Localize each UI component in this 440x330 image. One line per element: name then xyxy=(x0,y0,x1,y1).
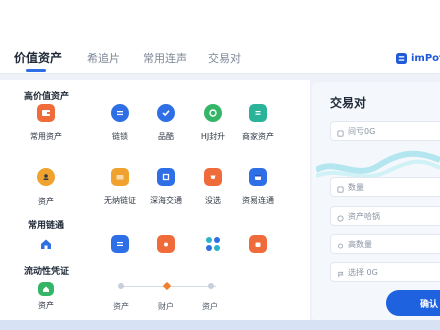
grid-item-label: 资产 xyxy=(38,301,54,310)
grid-item-label: 没选 xyxy=(205,196,221,205)
field-quantity[interactable]: 数量 xyxy=(330,177,440,197)
brand[interactable]: imPot xyxy=(396,49,440,68)
grid-item-trade-connect[interactable]: 资易连通 xyxy=(228,168,288,206)
tab-value-assets[interactable]: 价值资产 xyxy=(14,49,62,66)
field-asset-hash[interactable]: 资产哈锅 xyxy=(330,206,440,226)
step-label: 资产 xyxy=(113,302,129,311)
trading-pair-panel xyxy=(312,82,440,322)
grid-item-label: 品酷 xyxy=(158,132,174,141)
grid-item-liquidity-assets[interactable]: 资产 xyxy=(16,282,76,311)
tab-common[interactable]: 常用连声 xyxy=(143,50,187,66)
brand-logo-icon xyxy=(396,49,407,68)
step-label: 资户 xyxy=(202,302,218,311)
flag-icon xyxy=(337,263,344,282)
home-green-icon xyxy=(38,282,54,296)
step-indicator xyxy=(92,281,232,295)
grid-item-label: 常用资产 xyxy=(30,132,62,141)
section-common-chain: 常用链通 xyxy=(28,221,65,231)
grid-item-label: 商家资产 xyxy=(242,132,274,141)
confirm-button-label: 确认 xyxy=(420,299,439,310)
field-label: 资产哈锅 xyxy=(348,211,380,221)
step-dot[interactable] xyxy=(208,283,214,289)
chain-icon xyxy=(111,104,129,122)
grid-item-merchant-assets[interactable]: 商家资产 xyxy=(228,104,288,142)
confirm-button[interactable]: 确认 xyxy=(386,290,440,316)
active-tab-indicator xyxy=(26,69,46,72)
grid-item-bag[interactable] xyxy=(228,235,288,253)
bottom-strip xyxy=(0,320,440,330)
coin-icon xyxy=(337,207,344,226)
card-icon xyxy=(111,235,129,253)
field-jiankui[interactable]: 间亏0G xyxy=(330,121,440,141)
field-label: 数量 xyxy=(348,182,364,192)
tab-xizhui[interactable]: 希追片 xyxy=(87,50,120,66)
bag-icon xyxy=(249,235,267,253)
apps-icon xyxy=(204,235,222,253)
home-icon xyxy=(37,235,55,253)
step-dot[interactable] xyxy=(118,283,124,289)
grid-item-label: 无纳链证 xyxy=(104,196,136,205)
side-panel-title: 交易对 xyxy=(330,96,367,110)
grid-item-common-assets[interactable]: 常用资产 xyxy=(16,104,76,142)
grid-item-label: HJ封升 xyxy=(200,132,226,141)
field-label: 间亏0G xyxy=(348,126,376,136)
person-icon xyxy=(37,168,55,186)
grid-item-label: 资产 xyxy=(38,197,54,206)
field-label: 选择 0G xyxy=(348,267,378,277)
grid-item-label: 资易连通 xyxy=(242,196,274,205)
tab-trading-pair[interactable]: 交易对 xyxy=(208,50,241,66)
step-label: 财户 xyxy=(158,302,174,311)
section-liquidity: 流动性凭证 xyxy=(24,267,70,277)
pin-icon xyxy=(337,235,344,254)
brand-name: imPot xyxy=(411,53,440,64)
box-icon xyxy=(204,168,222,186)
calendar-icon xyxy=(249,168,267,186)
camera-icon xyxy=(157,235,175,253)
field-select[interactable]: 选择 0G xyxy=(330,262,440,282)
field-high-quantity[interactable]: 高数量 xyxy=(330,234,440,254)
frame-icon xyxy=(157,168,175,186)
document-icon xyxy=(249,104,267,122)
grid-item-label: 深海交通 xyxy=(150,196,182,205)
grid-item-assets[interactable]: 资产 xyxy=(16,168,76,207)
grid-item-label: 链锁 xyxy=(112,132,128,141)
chat-icon xyxy=(204,104,222,122)
field-label: 高数量 xyxy=(348,239,372,249)
grid-item-home[interactable] xyxy=(16,235,76,253)
section-high-value: 高价值资产 xyxy=(24,92,70,102)
wallet-icon xyxy=(37,104,55,122)
check-badge-icon xyxy=(157,104,175,122)
tag-icon xyxy=(337,122,344,141)
tag-icon xyxy=(337,178,344,197)
folder-icon xyxy=(111,168,129,186)
